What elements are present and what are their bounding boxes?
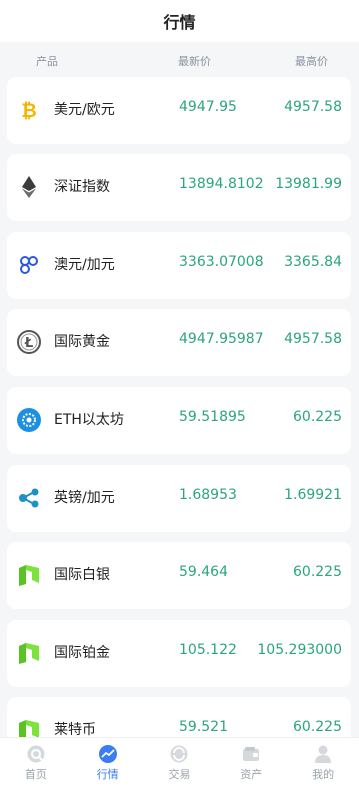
market-row[interactable]: Ł 国际黄金 4947.95987 4957.58 [7,309,351,376]
page-title: 行情 [163,13,196,32]
top-bar: 行情 [0,0,359,42]
market-row[interactable]: 澳元/加元 3363.07008 3365.84 [7,232,351,299]
market-row[interactable]: 国际白银 59.464 60.225 [7,542,351,609]
column-product: 产品 [36,55,58,68]
product-name: ETH以太坊 [54,412,124,428]
column-highest-price: 最高价 [295,55,328,68]
trade-icon [169,744,189,764]
highest-price: 105.293000 [257,642,342,658]
market-row[interactable]: 深证指数 13894.8102 13981.99 [7,154,351,221]
svg-text:₿: ₿ [21,100,36,122]
gear-coin-icon [16,407,42,433]
latest-price: 4947.95987 [179,331,264,347]
tab-assets[interactable]: 资产 [215,738,287,788]
highest-price: 1.69921 [284,487,342,503]
neo-icon [16,717,42,737]
product-name: 国际黄金 [54,334,110,350]
latest-price: 59.464 [179,564,228,580]
latest-price: 59.521 [179,719,228,735]
market-row[interactable]: 国际铂金 105.122 105.293000 [7,620,351,687]
product-name: 深证指数 [54,179,110,195]
tab-trade[interactable]: 交易 [144,738,216,788]
highest-price: 60.225 [293,719,342,735]
market-row[interactable]: 英镑/加元 1.68953 1.69921 [7,465,351,532]
highest-price: 60.225 [293,564,342,580]
tab-home[interactable]: 首页 [0,738,72,788]
column-latest-price: 最新价 [178,55,211,68]
market-row[interactable]: ₿ 美元/欧元 4947.95 4957.58 [7,77,351,144]
latest-price: 105.122 [179,642,237,658]
wallet-icon [241,744,261,764]
tab-label: 交易 [168,768,191,781]
home-icon [26,744,46,764]
latest-price: 3363.07008 [179,254,264,270]
highest-price: 4957.58 [284,99,342,115]
tab-profile[interactable]: 我的 [287,738,359,788]
product-name: 莱特币 [54,722,96,737]
product-name: 国际铂金 [54,645,110,661]
tab-label: 资产 [240,768,263,781]
product-name: 英镑/加元 [54,490,115,506]
highest-price: 13981.99 [275,176,342,192]
user-icon [313,744,333,764]
latest-price: 13894.8102 [179,176,264,192]
product-name: 澳元/加元 [54,257,115,273]
ethereum-icon [16,174,42,200]
column-header: 产品 最新价 最高价 [0,42,359,78]
market-list[interactable]: ₿ 美元/欧元 4947.95 4957.58 深证指数 13894.8102 … [0,77,359,737]
highest-price: 3365.84 [284,254,342,270]
highest-price: 60.225 [293,409,342,425]
bottom-tab-bar: 首页 行情 交易 资产 我的 [0,737,359,788]
svg-text:Ł: Ł [24,336,33,351]
product-name: 国际白银 [54,567,110,583]
tab-market[interactable]: 行情 [72,738,144,788]
latest-price: 4947.95 [179,99,237,115]
product-name: 美元/欧元 [54,102,115,118]
litecoin-icon: Ł [16,329,42,355]
market-icon [98,744,118,764]
tab-label: 我的 [312,768,335,781]
ripple-icon [16,485,42,511]
market-row[interactable]: 莱特币 59.521 60.225 [7,697,351,737]
highest-price: 4957.58 [284,331,342,347]
latest-price: 1.68953 [179,487,237,503]
link-icon [16,252,42,278]
neo-icon [16,640,42,666]
tab-label: 首页 [24,768,47,781]
bitcoin-icon: ₿ [16,97,42,123]
tab-label: 行情 [96,768,119,781]
neo-icon [16,562,42,588]
latest-price: 59.51895 [179,409,246,425]
market-row[interactable]: ETH以太坊 59.51895 60.225 [7,387,351,454]
